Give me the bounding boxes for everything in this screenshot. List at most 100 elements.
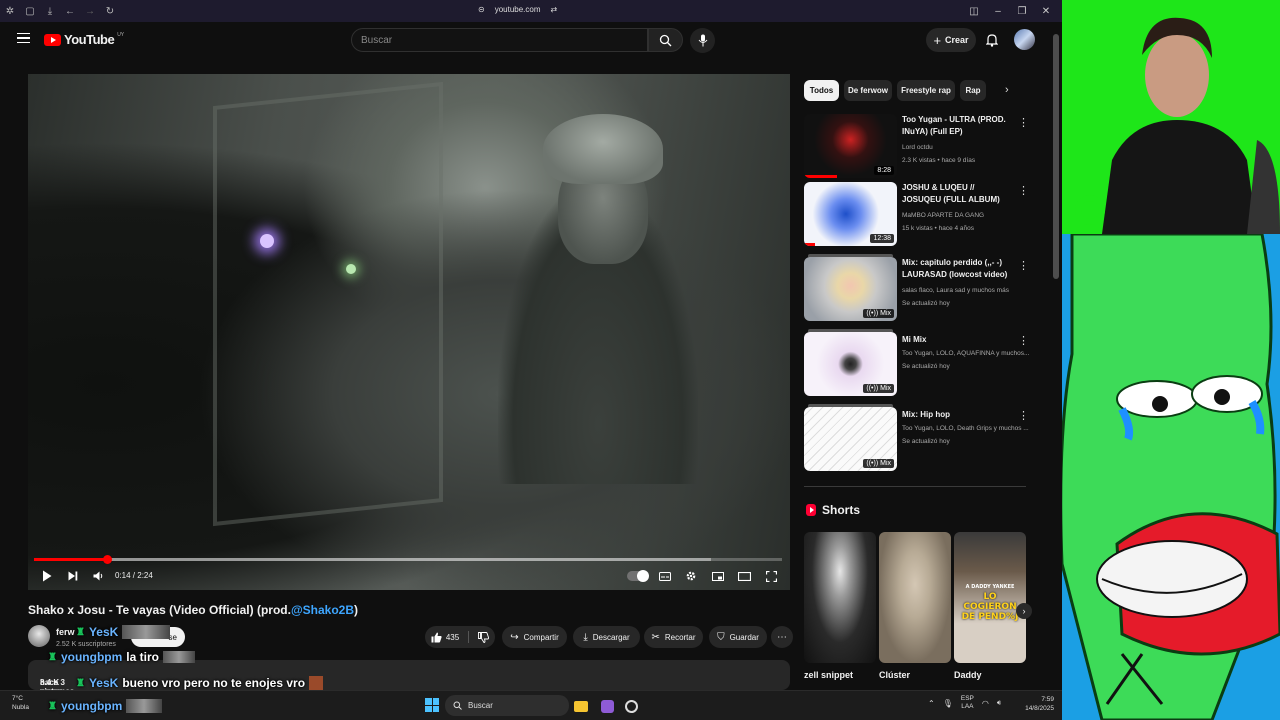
recommendation-item[interactable]: 12:38 JOSHU & LUQEU // JOSUQEU (FULL ALB…: [804, 182, 1038, 246]
obs-app-icon[interactable]: [621, 696, 641, 716]
shorts-next-button[interactable]: ›: [1016, 603, 1032, 619]
recommendation-item[interactable]: ((•)) Mix Mi Mix Too Yugan, LOLO, AQUAFI…: [804, 329, 1038, 396]
minimize-icon[interactable]: –: [986, 0, 1010, 22]
forward-icon[interactable]: →: [80, 0, 100, 22]
lang-top: ESP: [960, 695, 974, 702]
short-thumbnail[interactable]: [804, 532, 876, 663]
address-bar[interactable]: ⊝ youtube.com ⇄: [478, 5, 557, 14]
chevron-up-icon[interactable]: ⌃: [928, 699, 935, 708]
more-vertical-icon[interactable]: ⋮: [1018, 259, 1029, 272]
browser-app-icon[interactable]: [597, 696, 617, 716]
progress-played: [34, 558, 107, 561]
video-thumbnail[interactable]: 8:28: [804, 114, 897, 178]
wifi-icon[interactable]: ◠: [982, 699, 989, 708]
webcam-person-image: [1075, 17, 1280, 234]
account-avatar[interactable]: [1014, 29, 1035, 50]
video-thumbnail[interactable]: 12:38: [804, 182, 897, 246]
microphone-icon[interactable]: 🎙︎: [943, 699, 953, 708]
theater-mode-button[interactable]: [737, 568, 751, 584]
mention-link[interactable]: @Shako2B: [291, 603, 354, 617]
autoplay-toggle[interactable]: [627, 570, 649, 582]
recommendation-item[interactable]: ((•)) Mix Mix: capitulo perdido (,,- -) …: [804, 254, 1038, 321]
microphone-icon: [698, 34, 707, 47]
channel-avatar[interactable]: [28, 625, 50, 647]
more-vertical-icon[interactable]: ⋮: [1018, 334, 1029, 347]
rec-meta: Se actualizó hoy: [902, 363, 950, 370]
chip-freestyle-rap[interactable]: Freestyle rap: [897, 80, 955, 101]
file-explorer-icon[interactable]: [571, 696, 591, 716]
site-info-icon[interactable]: ⊝: [478, 5, 485, 14]
split-view-icon[interactable]: ◫: [962, 0, 986, 22]
mix-badge: ((•)) Mix: [863, 309, 894, 318]
duration-badge: 8:28: [874, 166, 894, 175]
youtube-logo[interactable]: YouTube UY: [44, 32, 124, 47]
recommendation-item[interactable]: ((•)) Mix Mix: Hip hop Too Yugan, LOLO, …: [804, 404, 1038, 471]
download-button[interactable]: ⤓ Descargar: [573, 626, 640, 648]
taskbar-clock[interactable]: 7:59 14/8/2025: [1018, 695, 1054, 713]
speaker-icon[interactable]: 🔉︎: [997, 698, 1002, 708]
play-button[interactable]: [40, 568, 54, 584]
chat-badge-icon: ♜: [76, 626, 85, 638]
chat-username: youngbpm: [60, 650, 123, 664]
maximize-icon[interactable]: ❐: [1010, 0, 1034, 22]
url-text: youtube.com: [494, 5, 541, 14]
recommendation-item[interactable]: 8:28 Too Yugan - ULTRA (PROD. INuYA) (Fu…: [804, 114, 1038, 178]
scrollbar-thumb[interactable]: [1053, 34, 1059, 279]
save-button[interactable]: ⛉ Guardar: [709, 626, 767, 648]
logo-text: YouTube: [64, 32, 115, 47]
chip-channel[interactable]: De ferwow: [844, 80, 892, 101]
thumbs-down-icon[interactable]: [478, 631, 490, 643]
voice-search-button[interactable]: [690, 28, 715, 53]
settings-button[interactable]: [684, 568, 698, 584]
more-vertical-icon[interactable]: ⋮: [1018, 116, 1029, 129]
progress-scrubber[interactable]: [102, 555, 112, 564]
rec-channel: Too Yugan, LOLO, AQUAFINNA y muchos...: [902, 350, 1030, 357]
chip-todos[interactable]: Todos: [804, 80, 839, 101]
video-thumbnail[interactable]: ((•)) Mix: [804, 257, 897, 321]
share-button[interactable]: ↪ Compartir: [502, 626, 567, 648]
chip-rap[interactable]: Rap: [960, 80, 986, 101]
back-icon[interactable]: ←: [60, 0, 80, 22]
more-vertical-icon[interactable]: ⋮: [1018, 184, 1029, 197]
taskbar-search[interactable]: Buscar: [445, 695, 569, 716]
more-actions-button[interactable]: ⋯: [771, 626, 793, 648]
menu-icon[interactable]: [17, 33, 30, 43]
video-thumbnail[interactable]: ((•)) Mix: [804, 332, 897, 396]
more-vertical-icon[interactable]: ⋮: [1018, 409, 1029, 422]
create-button[interactable]: + Crear: [926, 28, 976, 52]
miniplayer-button[interactable]: [711, 568, 725, 584]
reload-icon[interactable]: ↻: [100, 0, 120, 22]
search-input[interactable]: Buscar: [351, 28, 648, 52]
search-placeholder: Buscar: [361, 34, 393, 46]
tune-icon[interactable]: ⇄: [551, 5, 558, 14]
rec-title: Mi Mix: [902, 335, 927, 344]
sidebar-icon[interactable]: ▢: [20, 0, 40, 22]
next-button[interactable]: [66, 568, 80, 584]
notifications-button[interactable]: [984, 31, 1000, 49]
close-icon[interactable]: ✕: [1034, 0, 1058, 22]
chevron-right-icon[interactable]: ›: [1005, 84, 1009, 96]
channel-name[interactable]: ferw: [56, 627, 75, 637]
volume-button[interactable]: [91, 568, 105, 584]
meme-image: [1062, 234, 1280, 720]
windows-start-icon[interactable]: [425, 698, 439, 712]
extensions-icon[interactable]: ✲: [0, 0, 20, 22]
download-icon[interactable]: ⤓: [40, 0, 60, 22]
like-button[interactable]: 435: [431, 632, 459, 643]
page-scrollbar[interactable]: [1050, 22, 1062, 684]
video-player[interactable]: 0:14 / 2:24: [28, 74, 790, 590]
video-thumbnail[interactable]: ((•)) Mix: [804, 407, 897, 471]
weather-widget[interactable]: 7°C Nubla: [12, 694, 29, 712]
fullscreen-button[interactable]: [764, 568, 778, 584]
play-icon: [43, 570, 52, 582]
short-thumbnail[interactable]: [879, 532, 951, 663]
short-thumbnail[interactable]: A DADDY YANKEE LO COGIERON DE PEND%J: [954, 532, 1026, 663]
search-button[interactable]: [648, 28, 683, 52]
mix-label: Mix: [880, 385, 891, 392]
progress-bar[interactable]: [34, 555, 782, 564]
input-language[interactable]: ESP LAA: [961, 695, 974, 711]
mix-icon: ((•)): [866, 385, 879, 392]
search-icon: [659, 34, 672, 46]
subtitles-button[interactable]: [658, 568, 672, 584]
clip-button[interactable]: ✂ Recortar: [644, 626, 703, 648]
